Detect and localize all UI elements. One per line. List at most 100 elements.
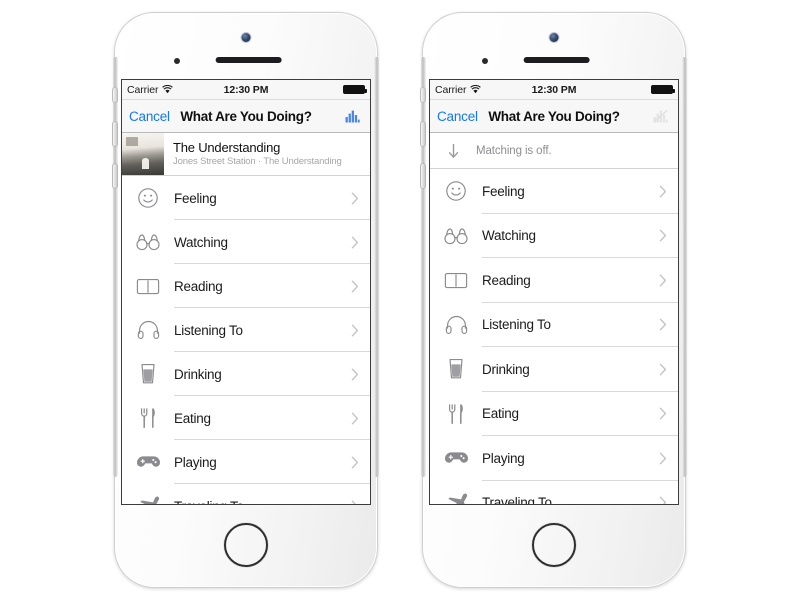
drinking-glass-icon: [430, 358, 482, 380]
front-camera-icon: [549, 33, 559, 42]
chevron-right-icon: [351, 192, 359, 205]
wifi-icon: [162, 85, 174, 94]
chevron-right-icon: [659, 185, 667, 198]
wifi-icon: [470, 85, 482, 94]
smiley-face-icon: [122, 187, 174, 209]
now-playing-subtitle: Jones Street Station · The Understanding: [173, 155, 342, 167]
earpiece-speaker-icon: [523, 57, 590, 63]
drinking-glass-icon: [122, 363, 174, 385]
chevron-right-icon: [659, 452, 667, 465]
chevron-right-icon: [659, 229, 667, 242]
gamepad-icon: [122, 454, 174, 470]
open-book-icon: [122, 277, 174, 296]
list-item-label: Playing: [174, 454, 217, 470]
side-rail-right: [374, 57, 379, 477]
list-item[interactable]: Playing: [430, 436, 678, 481]
mute-switch[interactable]: [112, 87, 118, 103]
list-item[interactable]: Feeling: [122, 176, 370, 220]
list-item-label: Watching: [482, 228, 536, 244]
list-item[interactable]: Reading: [430, 258, 678, 303]
arrow-down-icon: [430, 143, 476, 159]
airplane-icon: [122, 495, 174, 504]
now-playing-text: The Understanding Jones Street Station ·…: [164, 140, 342, 169]
screenshot-canvas: Carrier 12:30 PM Cancel What Are You Doi…: [0, 0, 800, 600]
side-rail-left: [113, 57, 118, 477]
list-item[interactable]: Drinking: [122, 352, 370, 396]
list-item[interactable]: Watching: [430, 213, 678, 258]
album-artwork: [122, 133, 164, 175]
chevron-right-icon: [351, 500, 359, 504]
list-item[interactable]: Watching: [122, 220, 370, 264]
chevron-right-icon: [351, 368, 359, 381]
list-item[interactable]: Listening To: [122, 308, 370, 352]
list-item-label: Feeling: [482, 183, 525, 199]
binoculars-icon: [122, 233, 174, 251]
battery-full-icon: [651, 85, 675, 94]
iphone-device-right: Carrier 12:30 PM Cancel What Are You Doi…: [420, 12, 687, 588]
home-button[interactable]: [224, 523, 268, 567]
chevron-right-icon: [351, 236, 359, 249]
device-bottom-bezel: [115, 505, 377, 587]
matching-status-label: Matching is off.: [476, 144, 552, 157]
battery-full-icon: [343, 85, 367, 94]
list-item[interactable]: Playing: [122, 440, 370, 484]
iphone-device-left: Carrier 12:30 PM Cancel What Are You Doi…: [112, 12, 379, 588]
headphones-icon: [122, 320, 174, 340]
carrier-label: Carrier: [435, 83, 467, 96]
fork-knife-icon: [430, 403, 482, 425]
list-item-label: Feeling: [174, 190, 217, 206]
binoculars-icon: [430, 227, 482, 245]
status-bar: Carrier 12:30 PM: [122, 80, 370, 100]
front-camera-icon: [241, 33, 251, 42]
fork-knife-icon: [122, 407, 174, 429]
list-item[interactable]: Feeling: [430, 169, 678, 214]
status-bar: Carrier 12:30 PM: [430, 80, 678, 100]
mute-switch[interactable]: [420, 87, 426, 103]
list-item[interactable]: Eating: [122, 396, 370, 440]
cancel-button[interactable]: Cancel: [437, 109, 478, 124]
list-item-label: Playing: [482, 450, 525, 466]
now-playing-row[interactable]: The Understanding Jones Street Station ·…: [122, 133, 370, 176]
list-item[interactable]: Drinking: [430, 347, 678, 392]
volume-up-button[interactable]: [420, 121, 426, 147]
headphones-icon: [430, 315, 482, 335]
home-button[interactable]: [532, 523, 576, 567]
chevron-right-icon: [351, 280, 359, 293]
status-bar-right: [651, 85, 675, 94]
list-item-label: Reading: [482, 272, 531, 288]
list-item-label: Listening To: [482, 317, 551, 333]
list-item-label: Eating: [174, 410, 211, 426]
volume-down-button[interactable]: [420, 163, 426, 189]
volume-up-button[interactable]: [112, 121, 118, 147]
list-item[interactable]: Traveling To: [430, 480, 678, 504]
status-bar-left: Carrier: [127, 84, 174, 96]
list-item[interactable]: Traveling To: [122, 484, 370, 504]
earpiece-speaker-icon: [215, 57, 282, 63]
device-top-bezel: [423, 13, 685, 79]
smiley-face-icon: [430, 180, 482, 202]
navigation-bar: Cancel What Are You Doing?: [430, 100, 678, 133]
activity-list-left: Feeling Watching Reading Listening To Dr…: [122, 176, 370, 504]
volume-down-button[interactable]: [112, 163, 118, 189]
proximity-sensor-icon: [482, 58, 488, 64]
device-bottom-bezel: [423, 505, 685, 587]
device-screen-right: Carrier 12:30 PM Cancel What Are You Doi…: [429, 79, 679, 505]
chevron-right-icon: [659, 407, 667, 420]
list-item[interactable]: Reading: [122, 264, 370, 308]
chevron-right-icon: [659, 496, 667, 504]
status-bar-right: [343, 85, 367, 94]
bar-chart-icon[interactable]: [341, 105, 363, 127]
airplane-icon: [430, 492, 482, 504]
list-item[interactable]: Eating: [430, 391, 678, 436]
device-top-bezel: [115, 13, 377, 79]
list-item-label: Drinking: [174, 366, 222, 382]
status-bar-left: Carrier: [435, 83, 482, 96]
chevron-right-icon: [659, 363, 667, 376]
list-item-label: Reading: [174, 278, 223, 294]
cancel-button[interactable]: Cancel: [129, 109, 170, 124]
navigation-bar: Cancel What Are You Doing?: [122, 100, 370, 133]
list-item-label: Listening To: [174, 322, 243, 338]
list-item[interactable]: Listening To: [430, 302, 678, 347]
open-book-icon: [430, 271, 482, 290]
list-item-label: Eating: [482, 406, 519, 422]
